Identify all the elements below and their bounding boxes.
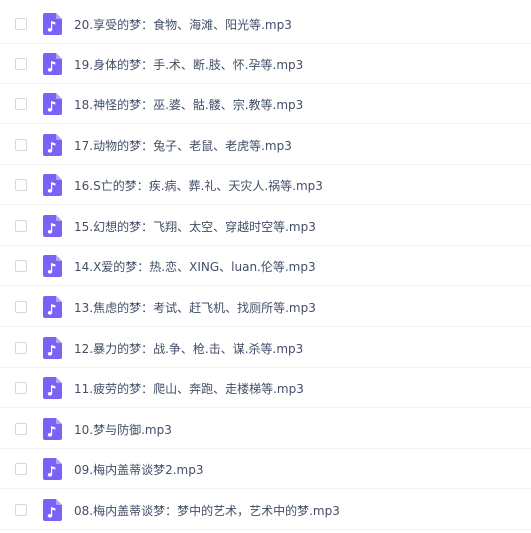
- row-checkbox[interactable]: [15, 179, 27, 191]
- file-row[interactable]: 13.焦虑的梦：考试、赶飞机、找厕所等.mp3: [0, 287, 531, 327]
- music-file-icon: [43, 499, 62, 521]
- row-checkbox[interactable]: [15, 98, 27, 110]
- file-name[interactable]: 14.X爱的梦：热.恋、XING、luan.伦等.mp3: [74, 258, 316, 275]
- row-checkbox[interactable]: [15, 139, 27, 151]
- music-file-icon: [43, 134, 62, 156]
- music-file-icon: [43, 13, 62, 35]
- row-checkbox[interactable]: [15, 220, 27, 232]
- file-row[interactable]: 17.动物的梦：兔子、老鼠、老虎等.mp3: [0, 125, 531, 165]
- music-file-icon: [43, 53, 62, 75]
- file-row[interactable]: 14.X爱的梦：热.恋、XING、luan.伦等.mp3: [0, 246, 531, 286]
- row-checkbox[interactable]: [15, 301, 27, 313]
- music-file-icon: [43, 458, 62, 480]
- file-row[interactable]: 18.神怪的梦：巫.婆、骷.髅、宗.教等.mp3: [0, 84, 531, 124]
- row-checkbox[interactable]: [15, 504, 27, 516]
- music-file-icon: [43, 255, 62, 277]
- file-name[interactable]: 10.梦与防御.mp3: [74, 421, 172, 438]
- music-file-icon: [43, 215, 62, 237]
- music-file-icon: [43, 337, 62, 359]
- file-name[interactable]: 19.身体的梦：手.术、断.肢、怀.孕等.mp3: [74, 56, 303, 73]
- file-row[interactable]: 16.S亡的梦：疾.病、葬.礼、天灾人.祸等.mp3: [0, 165, 531, 205]
- file-name[interactable]: 15.幻想的梦：飞翔、太空、穿越时空等.mp3: [74, 218, 316, 235]
- file-name[interactable]: 13.焦虑的梦：考试、赶飞机、找厕所等.mp3: [74, 299, 316, 316]
- music-file-icon: [43, 377, 62, 399]
- file-name[interactable]: 18.神怪的梦：巫.婆、骷.髅、宗.教等.mp3: [74, 96, 303, 113]
- file-name[interactable]: 20.享受的梦：食物、海滩、阳光等.mp3: [74, 16, 292, 33]
- file-name[interactable]: 16.S亡的梦：疾.病、葬.礼、天灾人.祸等.mp3: [74, 177, 323, 194]
- file-row[interactable]: 08.梅内盖蒂谈梦：梦中的艺术，艺术中的梦.mp3: [0, 490, 531, 530]
- music-file-icon: [43, 418, 62, 440]
- row-checkbox[interactable]: [15, 382, 27, 394]
- file-row[interactable]: 20.享受的梦：食物、海滩、阳光等.mp3: [0, 4, 531, 44]
- row-checkbox[interactable]: [15, 58, 27, 70]
- file-name[interactable]: 17.动物的梦：兔子、老鼠、老虎等.mp3: [74, 137, 292, 154]
- file-row[interactable]: 11.疲劳的梦：爬山、奔跑、走楼梯等.mp3: [0, 368, 531, 408]
- music-file-icon: [43, 296, 62, 318]
- file-name[interactable]: 09.梅内盖蒂谈梦2.mp3: [74, 461, 203, 478]
- row-checkbox[interactable]: [15, 18, 27, 30]
- file-row[interactable]: 12.暴力的梦：战.争、枪.击、谋.杀等.mp3: [0, 328, 531, 368]
- file-name[interactable]: 11.疲劳的梦：爬山、奔跑、走楼梯等.mp3: [74, 380, 304, 397]
- file-row[interactable]: 19.身体的梦：手.术、断.肢、怀.孕等.mp3: [0, 44, 531, 84]
- file-row[interactable]: 09.梅内盖蒂谈梦2.mp3: [0, 449, 531, 489]
- music-file-icon: [43, 174, 62, 196]
- file-name[interactable]: 08.梅内盖蒂谈梦：梦中的艺术，艺术中的梦.mp3: [74, 502, 340, 519]
- file-row[interactable]: 10.梦与防御.mp3: [0, 409, 531, 449]
- file-list: 20.享受的梦：食物、海滩、阳光等.mp3 19.身体的梦：手.术、断.肢、怀.…: [0, 0, 531, 533]
- music-file-icon: [43, 93, 62, 115]
- file-row[interactable]: 15.幻想的梦：飞翔、太空、穿越时空等.mp3: [0, 206, 531, 246]
- file-name[interactable]: 12.暴力的梦：战.争、枪.击、谋.杀等.mp3: [74, 340, 303, 357]
- row-checkbox[interactable]: [15, 260, 27, 272]
- row-checkbox[interactable]: [15, 463, 27, 475]
- row-checkbox[interactable]: [15, 342, 27, 354]
- row-checkbox[interactable]: [15, 423, 27, 435]
